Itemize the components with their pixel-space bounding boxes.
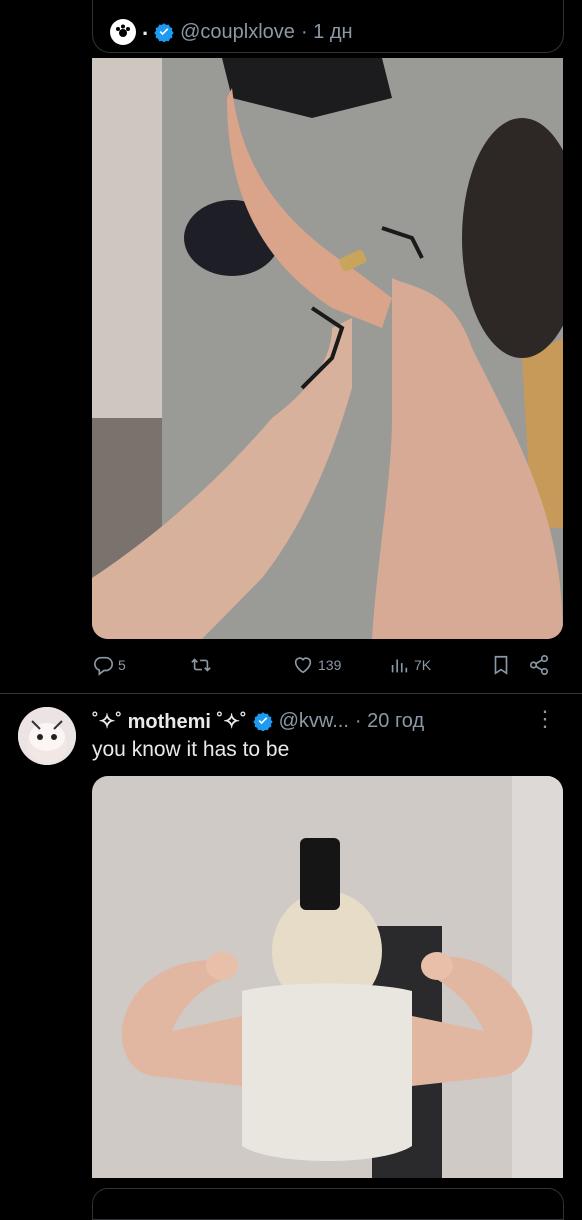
tweet-text: you know it has to be	[92, 738, 290, 761]
reply-button[interactable]: 5	[92, 650, 126, 680]
quoted-tweet-header: . @couplxlove · 1 дн	[110, 12, 353, 52]
reply-icon	[94, 656, 113, 676]
views-count: 7K	[414, 657, 432, 673]
tweet-action-bar: 5 139 7K	[92, 650, 562, 680]
verified-badge-icon	[154, 23, 174, 42]
photo-image	[92, 58, 563, 639]
heart-icon	[294, 657, 312, 674]
views-chart-icon	[391, 659, 408, 673]
display-name[interactable]: ˚✧˚ mothemi ˚✧˚	[92, 709, 247, 734]
quoted-avatar[interactable]	[110, 19, 136, 45]
tweet-photo[interactable]	[92, 776, 563, 1178]
views-button[interactable]: 7K	[388, 650, 431, 680]
quoted-time: · 1 дн	[300, 20, 353, 43]
quoted-handle[interactable]: @couplxlove	[180, 21, 295, 44]
avatar-image	[18, 707, 76, 765]
tweet-header: ˚✧˚ mothemi ˚✧˚ @kvw... · 20 год	[92, 704, 572, 738]
tweet-divider	[0, 693, 582, 694]
reply-count: 5	[118, 657, 126, 673]
timestamp[interactable]: · 20 год	[355, 710, 424, 733]
handle[interactable]: @kvw...	[279, 710, 349, 733]
bookmark-icon	[494, 655, 508, 675]
like-button[interactable]: 139	[292, 650, 341, 680]
more-options-icon[interactable]: ⋮	[534, 706, 556, 732]
photo-image	[92, 776, 563, 1178]
bookmark-button[interactable]	[490, 650, 512, 680]
paw-icon	[116, 24, 130, 37]
quoted-tweet-photo[interactable]	[92, 58, 563, 639]
retweet-icon	[191, 658, 211, 672]
quoted-display-name[interactable]: .	[142, 15, 148, 41]
share-button[interactable]	[528, 650, 550, 680]
verified-badge-icon	[252, 712, 273, 731]
share-icon	[529, 655, 549, 675]
like-count: 139	[318, 657, 342, 673]
next-tweet-card[interactable]	[92, 1188, 564, 1220]
avatar[interactable]	[18, 707, 76, 765]
retweet-button[interactable]	[190, 650, 216, 680]
